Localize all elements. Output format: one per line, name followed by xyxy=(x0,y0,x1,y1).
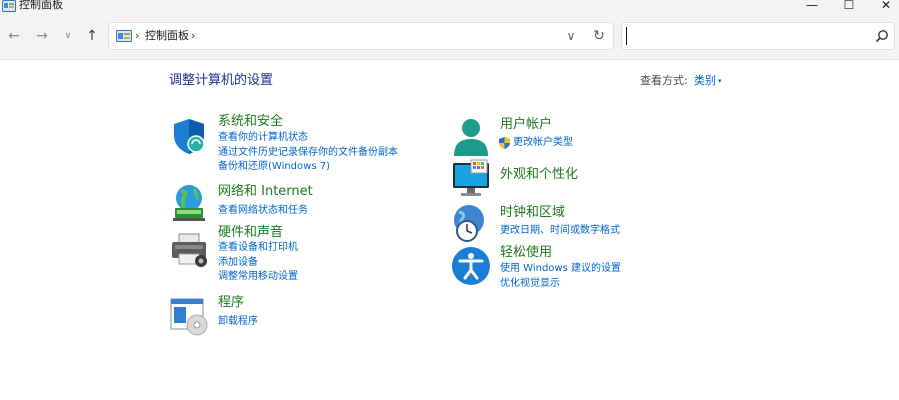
accessibility-icon[interactable] xyxy=(451,246,491,286)
window-title: 控制面板 xyxy=(19,0,63,11)
category-network-internet[interactable]: 网络和 Internet xyxy=(218,184,313,200)
chevron-down-icon[interactable]: ▾ xyxy=(718,74,722,88)
control-panel-icon xyxy=(2,0,16,12)
link-uninstall-program[interactable]: 卸载程序 xyxy=(218,315,258,329)
category-programs[interactable]: 程序 xyxy=(218,295,244,311)
link-add-device[interactable]: 添加设备 xyxy=(218,256,258,270)
category-system-security[interactable]: 系统和安全 xyxy=(218,114,283,130)
breadcrumb-separator[interactable]: › xyxy=(135,27,139,45)
view-by-dropdown[interactable]: 类别 xyxy=(694,74,716,88)
programs-disc-icon[interactable] xyxy=(169,296,209,336)
title-bar: 控制面板 — ☐ ✕ xyxy=(0,0,899,14)
refresh-button[interactable]: ↻ xyxy=(589,26,609,46)
page-title: 调整计算机的设置 xyxy=(169,73,274,88)
printer-icon[interactable] xyxy=(169,230,209,270)
link-view-computer-status[interactable]: 查看你的计算机状态 xyxy=(218,131,308,145)
link-change-account-type[interactable]: 更改帐户类型 xyxy=(513,136,573,150)
navigation-bar: ← → ∨ ↑ › 控制面板 › ∨ ↻ xyxy=(0,14,899,60)
category-ease-of-access[interactable]: 轻松使用 xyxy=(500,245,552,261)
shield-icon[interactable] xyxy=(169,116,209,156)
address-history-dropdown[interactable]: ∨ xyxy=(561,26,581,46)
link-recommended-settings[interactable]: 使用 Windows 建议的设置 xyxy=(500,262,621,276)
close-button[interactable]: ✕ xyxy=(866,0,899,14)
category-hardware-sound[interactable]: 硬件和声音 xyxy=(218,225,283,241)
recent-locations-button[interactable]: ∨ xyxy=(58,25,78,47)
link-devices-printers[interactable]: 查看设备和打印机 xyxy=(218,241,298,255)
minimize-button[interactable]: — xyxy=(792,0,832,14)
control-panel-icon xyxy=(116,30,132,42)
breadcrumb-control-panel[interactable]: 控制面板 xyxy=(145,27,189,45)
link-network-status[interactable]: 查看网络状态和任务 xyxy=(218,204,308,218)
uac-shield-icon xyxy=(499,137,510,149)
link-mobility-settings[interactable]: 调整常用移动设置 xyxy=(218,270,298,284)
link-change-date-time-format[interactable]: 更改日期、时间或数字格式 xyxy=(500,224,620,238)
up-button[interactable]: ↑ xyxy=(82,25,102,47)
link-file-history-backup[interactable]: 通过文件历史记录保存你的文件备份副本 xyxy=(218,146,398,160)
monitor-color-icon[interactable] xyxy=(451,158,491,198)
network-globe-icon[interactable] xyxy=(169,182,209,222)
view-by-label: 查看方式: xyxy=(640,74,688,87)
forward-button[interactable]: → xyxy=(32,25,52,47)
search-box[interactable] xyxy=(621,22,895,50)
breadcrumb-separator[interactable]: › xyxy=(191,27,195,45)
clock-globe-icon[interactable] xyxy=(451,203,491,243)
category-user-accounts[interactable]: 用户帐户 xyxy=(500,117,552,133)
user-icon[interactable] xyxy=(451,116,491,156)
link-backup-restore[interactable]: 备份和还原(Windows 7) xyxy=(218,160,330,174)
address-bar[interactable]: › 控制面板 › ∨ ↻ xyxy=(108,22,614,50)
back-button[interactable]: ← xyxy=(4,25,24,47)
link-optimize-visual-display[interactable]: 优化视觉显示 xyxy=(500,277,560,291)
category-clock-region[interactable]: 时钟和区域 xyxy=(500,205,565,221)
category-appearance-personalization[interactable]: 外观和个性化 xyxy=(500,167,578,183)
search-input[interactable] xyxy=(626,27,866,45)
search-icon[interactable] xyxy=(874,28,890,44)
maximize-button[interactable]: ☐ xyxy=(829,0,869,14)
